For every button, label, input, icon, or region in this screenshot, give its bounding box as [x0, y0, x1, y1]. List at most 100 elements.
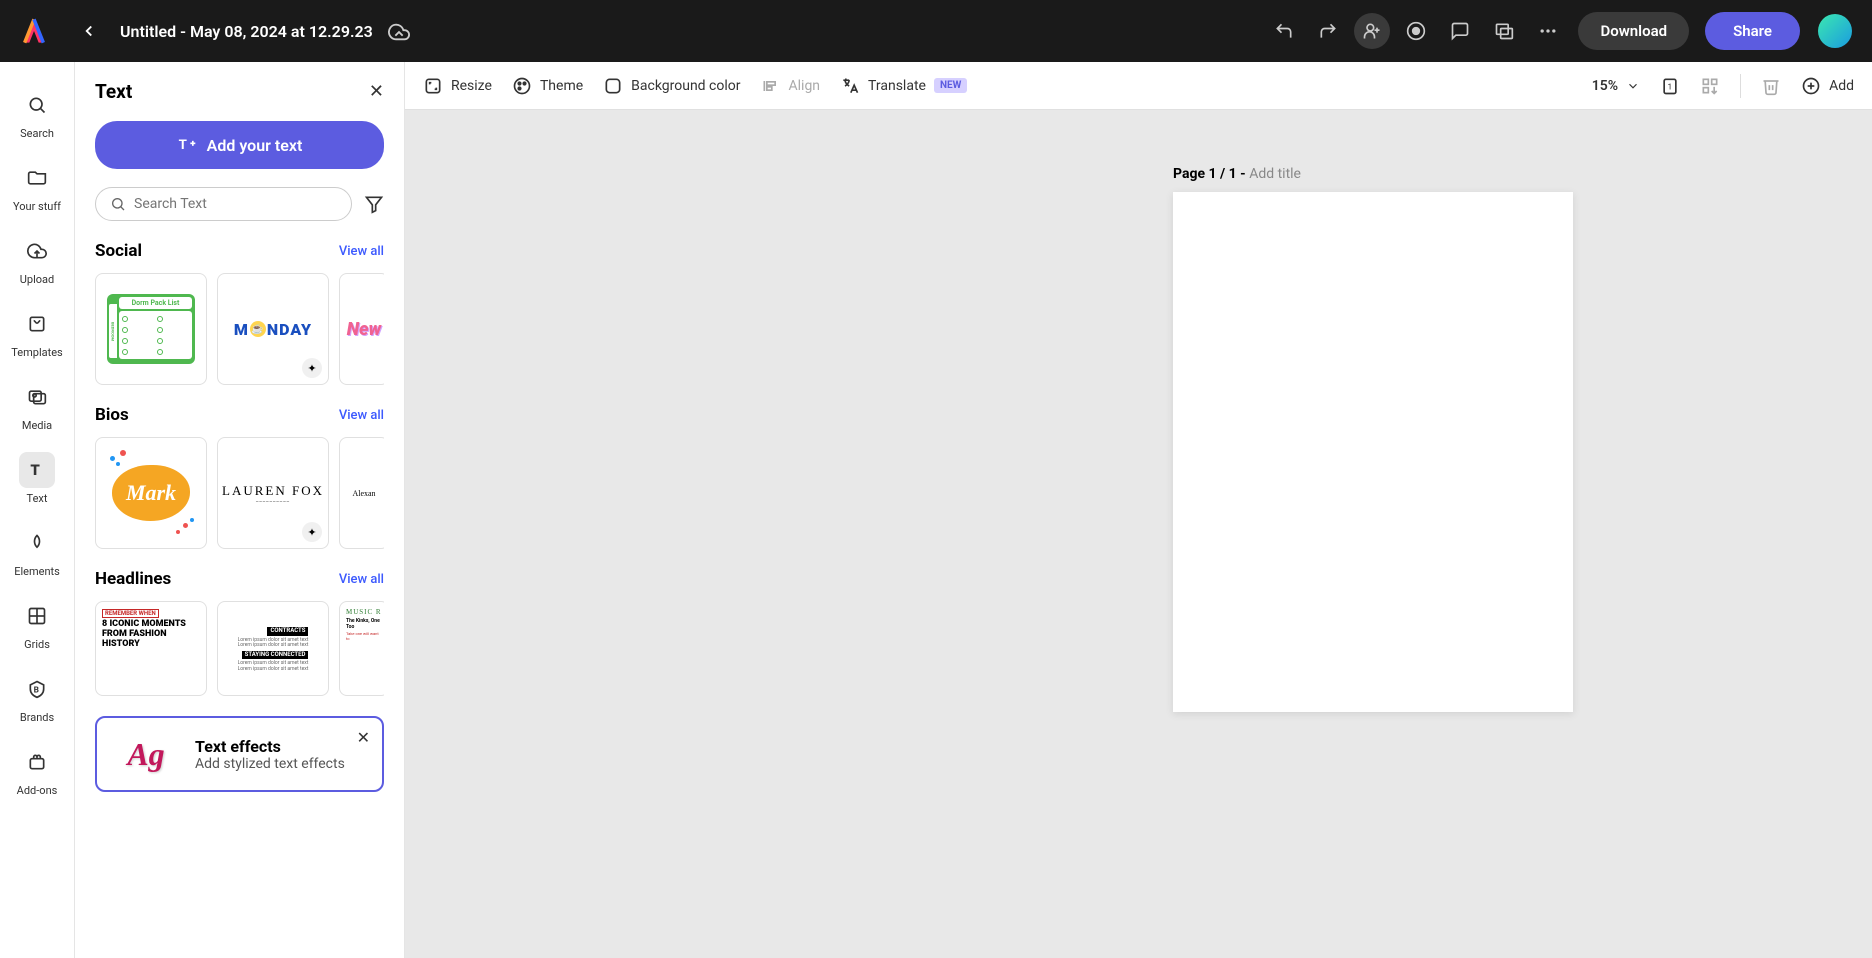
- rail-templates[interactable]: Templates: [0, 296, 74, 369]
- app-header: Untitled - May 08, 2024 at 12.29.23 Down…: [0, 0, 1872, 62]
- resize-icon: [423, 76, 443, 96]
- new-badge: NEW: [934, 78, 967, 93]
- svg-text:1: 1: [1668, 82, 1673, 92]
- resize-button[interactable]: Resize: [423, 76, 492, 96]
- rail-upload[interactable]: Upload: [0, 223, 74, 296]
- search-icon: [19, 87, 55, 123]
- close-effects-button[interactable]: ✕: [357, 728, 370, 747]
- canvas-page[interactable]: [1173, 192, 1573, 712]
- translate-button[interactable]: Translate NEW: [840, 76, 967, 96]
- rail-grids[interactable]: Grids: [0, 588, 74, 661]
- translate-icon: [840, 76, 860, 96]
- page-info[interactable]: Page 1 / 1 - Add title: [1173, 166, 1301, 182]
- rail-text[interactable]: T Text: [0, 442, 74, 515]
- zoom-dropdown[interactable]: 15%: [1592, 78, 1640, 94]
- back-button[interactable]: [73, 15, 105, 47]
- addons-icon: [19, 744, 55, 780]
- plus-circle-icon: [1801, 76, 1821, 96]
- theme-button[interactable]: Theme: [512, 76, 583, 96]
- template-thumb[interactable]: MUSIC R The Kinks, One Too Take one will…: [339, 601, 384, 696]
- upload-icon: [19, 233, 55, 269]
- search-text-input[interactable]: [134, 196, 337, 212]
- text-effects-card[interactable]: Ag Text effects Add stylized text effect…: [95, 716, 384, 792]
- add-page-button[interactable]: Add: [1801, 76, 1854, 96]
- view-all-headlines[interactable]: View all: [339, 572, 384, 587]
- template-thumb[interactable]: BEDROOM Dorm Pack List: [95, 273, 207, 385]
- grids-icon: [19, 598, 55, 634]
- align-icon: [761, 76, 781, 96]
- redo-button[interactable]: [1310, 13, 1346, 49]
- share-button[interactable]: Share: [1705, 12, 1800, 50]
- background-color-button[interactable]: Background color: [603, 76, 740, 96]
- undo-button[interactable]: [1266, 13, 1302, 49]
- arrange-icon: [1700, 76, 1720, 96]
- template-thumb[interactable]: New: [339, 273, 384, 385]
- view-all-bios[interactable]: View all: [339, 408, 384, 423]
- rail-elements[interactable]: Elements: [0, 515, 74, 588]
- text-icon: T: [19, 452, 55, 488]
- effects-subtitle: Add stylized text effects: [195, 756, 345, 772]
- elements-icon: [19, 525, 55, 561]
- download-button[interactable]: Download: [1578, 12, 1689, 50]
- workspace: Resize Theme Background color Align Tran…: [405, 62, 1872, 958]
- user-avatar[interactable]: [1818, 14, 1852, 48]
- section-title-social: Social: [95, 241, 142, 261]
- section-social: Social View all BEDROOM Dorm Pack List M…: [95, 241, 384, 385]
- canvas-area[interactable]: Page 1 / 1 - Add title: [405, 110, 1872, 958]
- svg-text:T: T: [30, 461, 40, 479]
- rail-media[interactable]: Media: [0, 369, 74, 442]
- more-button[interactable]: [1530, 13, 1566, 49]
- rail-addons[interactable]: Add-ons: [0, 734, 74, 807]
- filter-button[interactable]: [364, 194, 384, 214]
- close-panel-button[interactable]: ✕: [369, 81, 384, 102]
- template-thumb[interactable]: Mark: [95, 437, 207, 549]
- template-thumb[interactable]: REMEMBER WHEN 8 ICONIC MOMENTS FROM FASH…: [95, 601, 207, 696]
- animated-badge-icon: ✦: [302, 358, 322, 378]
- effects-title: Text effects: [195, 737, 345, 756]
- panel-title: Text: [95, 80, 132, 103]
- canvas-toolbar: Resize Theme Background color Align Tran…: [405, 62, 1872, 110]
- delete-button: [1761, 76, 1781, 96]
- adobe-logo: [20, 17, 48, 45]
- template-thumb[interactable]: CONTRACTS Lorem ipsum dolor sit amet tex…: [217, 601, 329, 696]
- templates-icon: [19, 306, 55, 342]
- help-button[interactable]: [1398, 13, 1434, 49]
- media-icon: [19, 379, 55, 415]
- svg-text:T: T: [178, 138, 186, 153]
- search-icon: [110, 196, 126, 212]
- brands-icon: B: [19, 671, 55, 707]
- cloud-sync-icon[interactable]: [388, 21, 408, 41]
- background-icon: [603, 76, 623, 96]
- duplicate-page-button[interactable]: 1: [1660, 76, 1680, 96]
- rail-search[interactable]: Search: [0, 77, 74, 150]
- section-title-headlines: Headlines: [95, 569, 171, 589]
- present-button[interactable]: [1486, 13, 1522, 49]
- add-text-label: Add your text: [207, 136, 303, 155]
- comment-button[interactable]: [1442, 13, 1478, 49]
- theme-icon: [512, 76, 532, 96]
- rail-yourstuff[interactable]: Your stuff: [0, 150, 74, 223]
- text-effects-icon: Ag: [111, 732, 181, 776]
- template-thumb[interactable]: M☕NDAY ✦: [217, 273, 329, 385]
- template-thumb[interactable]: Alexan: [339, 437, 384, 549]
- rail-brands[interactable]: B Brands: [0, 661, 74, 734]
- chevron-down-icon: [1626, 79, 1640, 93]
- document-title[interactable]: Untitled - May 08, 2024 at 12.29.23: [120, 22, 373, 41]
- section-headlines: Headlines View all REMEMBER WHEN 8 ICONI…: [95, 569, 384, 696]
- arrange-button: [1700, 76, 1720, 96]
- add-your-text-button[interactable]: T Add your text: [95, 121, 384, 169]
- animated-badge-icon: ✦: [302, 522, 322, 542]
- search-text-input-wrap[interactable]: [95, 187, 352, 221]
- section-bios: Bios View all Mark LAU: [95, 405, 384, 549]
- trash-icon: [1761, 76, 1781, 96]
- view-all-social[interactable]: View all: [339, 244, 384, 259]
- text-panel: Text ✕ T Add your text Social: [75, 62, 405, 958]
- duplicate-icon: 1: [1660, 76, 1680, 96]
- svg-text:B: B: [34, 685, 39, 695]
- folder-icon: [19, 160, 55, 196]
- invite-button[interactable]: [1354, 13, 1390, 49]
- section-title-bios: Bios: [95, 405, 129, 425]
- template-thumb[interactable]: LAUREN FOX ━━━━━━━━━━ ✦: [217, 437, 329, 549]
- left-rail: Search Your stuff Upload Templates Media…: [0, 62, 75, 958]
- align-button: Align: [761, 76, 821, 96]
